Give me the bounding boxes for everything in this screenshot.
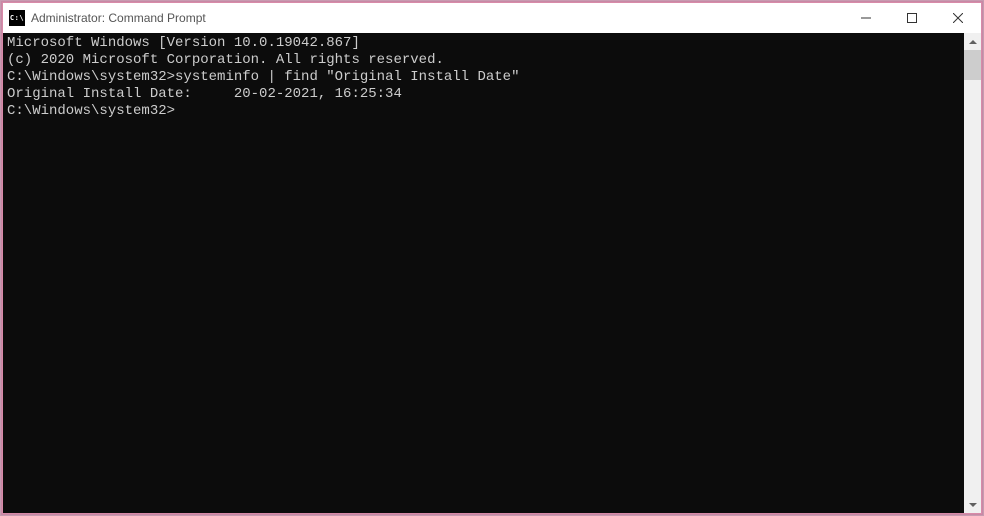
client-area: Microsoft Windows [Version 10.0.19042.86… [3, 33, 981, 513]
terminal-output[interactable]: Microsoft Windows [Version 10.0.19042.86… [3, 33, 964, 513]
cursor [175, 105, 183, 119]
cmd-icon: C:\ [9, 10, 25, 26]
titlebar-buttons [843, 3, 981, 33]
output-line: Original Install Date: 20-02-2021, 16:25… [7, 86, 964, 103]
chevron-down-icon [969, 501, 977, 509]
copyright-line: (c) 2020 Microsoft Corporation. All righ… [7, 52, 964, 69]
prompt-path: C:\Windows\system32> [7, 69, 175, 85]
prompt-path: C:\Windows\system32> [7, 103, 175, 119]
chevron-up-icon [969, 38, 977, 46]
entered-command: systeminfo | find "Original Install Date… [175, 69, 519, 85]
current-prompt-line: C:\Windows\system32> [7, 103, 964, 120]
close-button[interactable] [935, 3, 981, 33]
window-title: Administrator: Command Prompt [31, 11, 206, 25]
command-prompt-window: C:\ Administrator: Command Prompt Micros… [2, 2, 982, 514]
cmd-icon-label: C:\ [10, 14, 24, 22]
maximize-icon [907, 13, 917, 23]
minimize-icon [861, 13, 871, 23]
titlebar[interactable]: C:\ Administrator: Command Prompt [3, 3, 981, 33]
close-icon [953, 13, 963, 23]
version-line: Microsoft Windows [Version 10.0.19042.86… [7, 35, 964, 52]
vertical-scrollbar[interactable] [964, 33, 981, 513]
minimize-button[interactable] [843, 3, 889, 33]
command-line: C:\Windows\system32>systeminfo | find "O… [7, 69, 964, 86]
scroll-thumb[interactable] [964, 50, 981, 80]
maximize-button[interactable] [889, 3, 935, 33]
scroll-down-button[interactable] [964, 496, 981, 513]
scroll-up-button[interactable] [964, 33, 981, 50]
